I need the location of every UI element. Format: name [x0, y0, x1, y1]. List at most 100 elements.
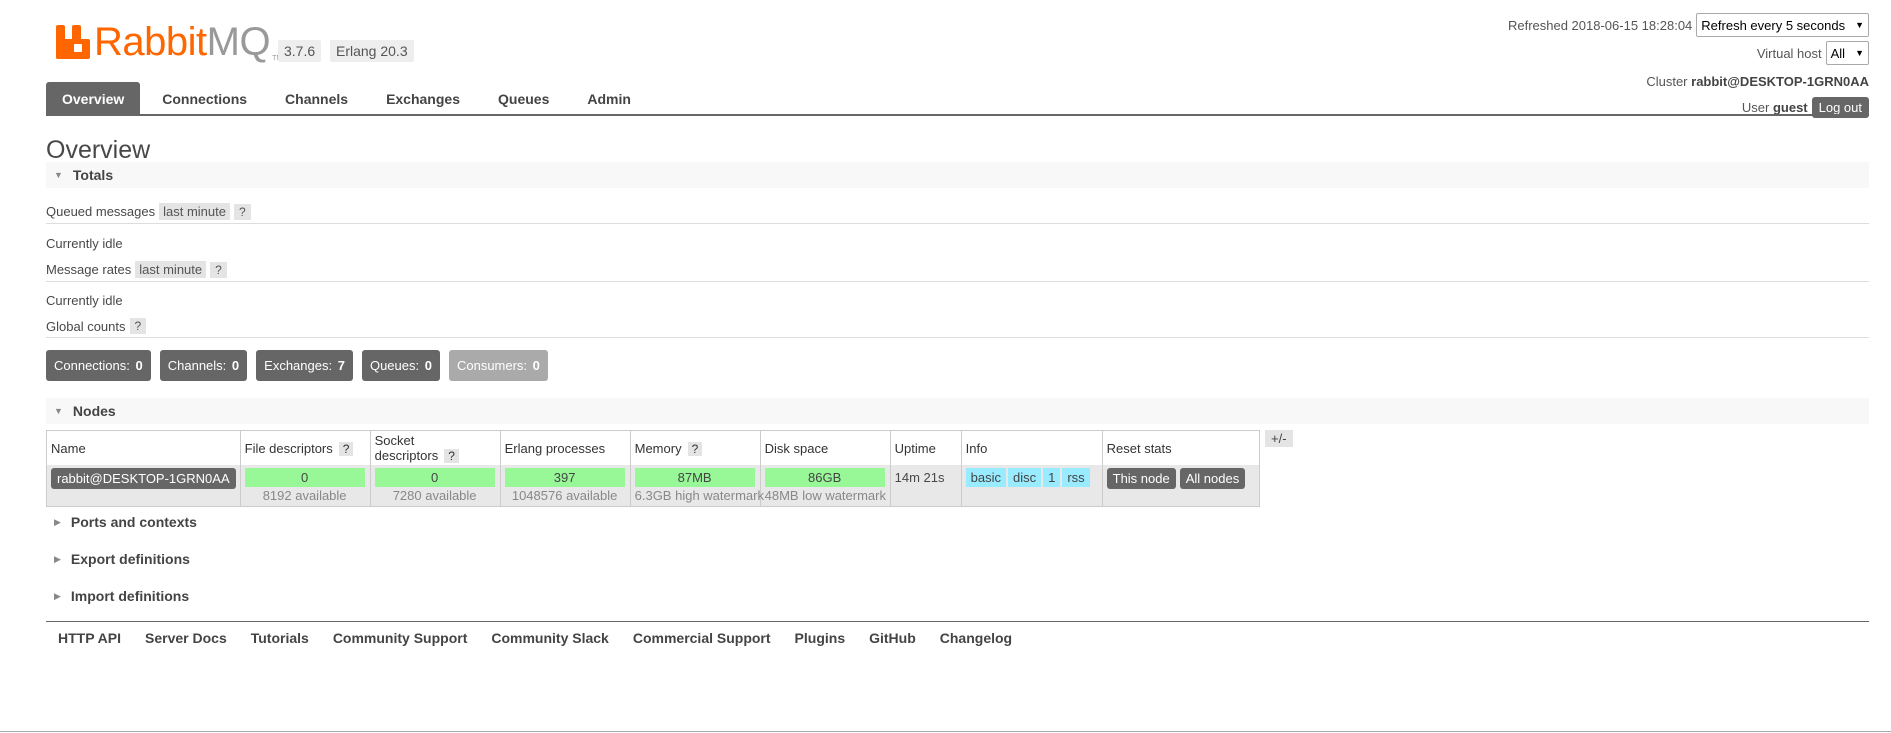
column-info: Info — [960, 430, 1103, 465]
rates-state: Currently idle — [46, 293, 123, 308]
totals-heading: Totals — [72, 167, 114, 183]
node-link[interactable]: rabbit@DESKTOP-1GRN0AA — [51, 468, 236, 489]
global-counts-label: Global counts — [46, 318, 126, 334]
column-name: Name — [46, 430, 241, 465]
cell-node-name: rabbit@DESKTOP-1GRN0AA — [46, 465, 241, 507]
ports-and-contexts-label: Ports and contexts — [70, 514, 197, 530]
queued-range-toggle[interactable]: last minute — [159, 203, 230, 220]
column-options-button[interactable]: +/- — [1265, 430, 1293, 447]
nodes-section-toggle[interactable]: ▼ Nodes — [46, 398, 1869, 424]
global-counts: Connections: 0 Channels: 0 Exchanges: 7 … — [46, 350, 548, 381]
queued-messages-label: Queued messages — [46, 204, 156, 219]
ports-and-contexts-toggle[interactable]: ▶ Ports and contexts — [46, 514, 197, 530]
dropdown-arrow-icon: ▼ — [1855, 48, 1864, 58]
footer-link-tutorials[interactable]: Tutorials — [251, 630, 309, 646]
column-erlang-processes: Erlang processes — [499, 430, 631, 465]
logo-text: RabbitMQ — [94, 20, 271, 64]
queues-count-button[interactable]: Queues: 0 — [361, 350, 440, 381]
tab-queues[interactable]: Queues — [482, 82, 565, 114]
triangle-down-icon: ▼ — [54, 406, 63, 416]
table-row: rabbit@DESKTOP-1GRN0AA 0 8192 available 0… — [46, 465, 1260, 507]
cell-uptime: 14m 21s — [889, 465, 962, 507]
help-icon[interactable]: ? — [338, 441, 354, 456]
tab-exchanges[interactable]: Exchanges — [370, 82, 476, 114]
triangle-right-icon: ▶ — [54, 516, 61, 527]
cell-memory: 87MB 6.3GB high watermark — [629, 465, 764, 507]
ep-available: 1048576 available — [511, 488, 618, 503]
nodes-table: Name File descriptors? Socket descriptor… — [46, 430, 1260, 507]
refreshed-timestamp: Refreshed 2018-06-15 18:28:04 — [1507, 17, 1693, 33]
footer-link-commercial-support[interactable]: Commercial Support — [633, 630, 771, 646]
footer-link-server-docs[interactable]: Server Docs — [145, 630, 227, 646]
message-rates-label: Message rates — [46, 262, 132, 277]
info-badge-basic: basic — [965, 468, 1006, 487]
fd-bar: 0 — [244, 468, 365, 487]
import-definitions-toggle[interactable]: ▶ Import definitions — [46, 588, 189, 604]
reset-all-nodes-button[interactable]: All nodes — [1179, 468, 1246, 489]
main-nav: Overview Connections Channels Exchanges … — [46, 82, 1869, 116]
memory-bar: 87MB — [634, 468, 755, 487]
triangle-right-icon: ▶ — [54, 553, 61, 564]
nodes-heading: Nodes — [72, 403, 116, 419]
fd-available: 8192 available — [262, 488, 347, 503]
rabbitmq-logo[interactable]: RabbitMQ TM — [56, 22, 282, 62]
triangle-down-icon: ▼ — [54, 170, 63, 180]
channels-count-button[interactable]: Channels: 0 — [159, 350, 248, 381]
version-badge: 3.7.6 — [278, 40, 322, 62]
erlang-version-badge: Erlang 20.3 — [330, 40, 414, 62]
rates-range-toggle[interactable]: last minute — [135, 261, 207, 278]
footer-link-github[interactable]: GitHub — [869, 630, 916, 646]
refresh-interval-select[interactable]: Refresh every 5 seconds ▼ — [1696, 13, 1869, 37]
cell-socket-descriptors: 0 7280 available — [369, 465, 501, 507]
info-badge-rss: rss — [1062, 468, 1090, 487]
totals-section-toggle[interactable]: ▼ Totals — [46, 162, 1869, 188]
sd-bar: 0 — [374, 468, 495, 487]
tab-overview[interactable]: Overview — [46, 82, 141, 114]
cell-erlang-processes: 397 1048576 available — [499, 465, 631, 507]
cell-reset-stats: This node All nodes — [1101, 465, 1260, 507]
queued-messages-row: Queued messages last minute ? — [46, 203, 1869, 224]
disk-watermark: 48MB low watermark — [764, 488, 886, 503]
cell-info: basic disc 1 rss — [960, 465, 1103, 507]
consumers-count-button[interactable]: Consumers: 0 — [448, 350, 548, 381]
queued-state: Currently idle — [46, 236, 123, 251]
column-file-descriptors: File descriptors? — [239, 430, 371, 465]
disk-bar: 86GB — [764, 468, 885, 487]
table-header: Name File descriptors? Socket descriptor… — [46, 430, 1260, 465]
footer-link-plugins[interactable]: Plugins — [795, 630, 846, 646]
page-title: Overview — [46, 136, 151, 164]
footer-link-changelog[interactable]: Changelog — [940, 630, 1012, 646]
column-reset-stats: Reset stats — [1101, 430, 1260, 465]
tab-connections[interactable]: Connections — [146, 82, 263, 114]
triangle-right-icon: ▶ — [54, 590, 61, 601]
column-socket-descriptors: Socket descriptors? — [369, 430, 501, 465]
help-icon[interactable]: ? — [234, 203, 251, 220]
info-badge-disc: disc — [1007, 468, 1042, 487]
info-badge-count: 1 — [1043, 468, 1061, 487]
memory-watermark: 6.3GB high watermark — [634, 488, 764, 503]
column-disk-space: Disk space — [759, 430, 891, 465]
exchanges-count-button[interactable]: Exchanges: 7 — [256, 350, 353, 381]
connections-count-button[interactable]: Connections: 0 — [46, 350, 151, 381]
help-icon[interactable]: ? — [444, 449, 459, 463]
cell-disk-space: 86GB 48MB low watermark — [759, 465, 891, 507]
footer-link-community-support[interactable]: Community Support — [333, 630, 468, 646]
tab-admin[interactable]: Admin — [571, 82, 647, 114]
cell-file-descriptors: 0 8192 available — [239, 465, 371, 507]
export-definitions-toggle[interactable]: ▶ Export definitions — [46, 551, 190, 567]
column-uptime: Uptime — [889, 430, 962, 465]
footer-link-community-slack[interactable]: Community Slack — [491, 630, 608, 646]
help-icon[interactable]: ? — [129, 318, 147, 334]
tab-channels[interactable]: Channels — [269, 82, 364, 114]
rabbit-icon — [56, 25, 90, 59]
message-rates-row: Message rates last minute ? — [46, 261, 1869, 282]
footer-link-http-api[interactable]: HTTP API — [58, 630, 121, 646]
virtual-host-select[interactable]: All ▼ — [1825, 41, 1869, 65]
import-definitions-label: Import definitions — [70, 588, 190, 604]
export-definitions-label: Export definitions — [70, 551, 190, 567]
help-icon[interactable]: ? — [687, 441, 703, 456]
reset-this-node-button[interactable]: This node — [1106, 468, 1176, 489]
column-memory: Memory? — [629, 430, 761, 465]
global-counts-row: Global counts ? — [46, 318, 1869, 338]
help-icon[interactable]: ? — [210, 261, 227, 278]
